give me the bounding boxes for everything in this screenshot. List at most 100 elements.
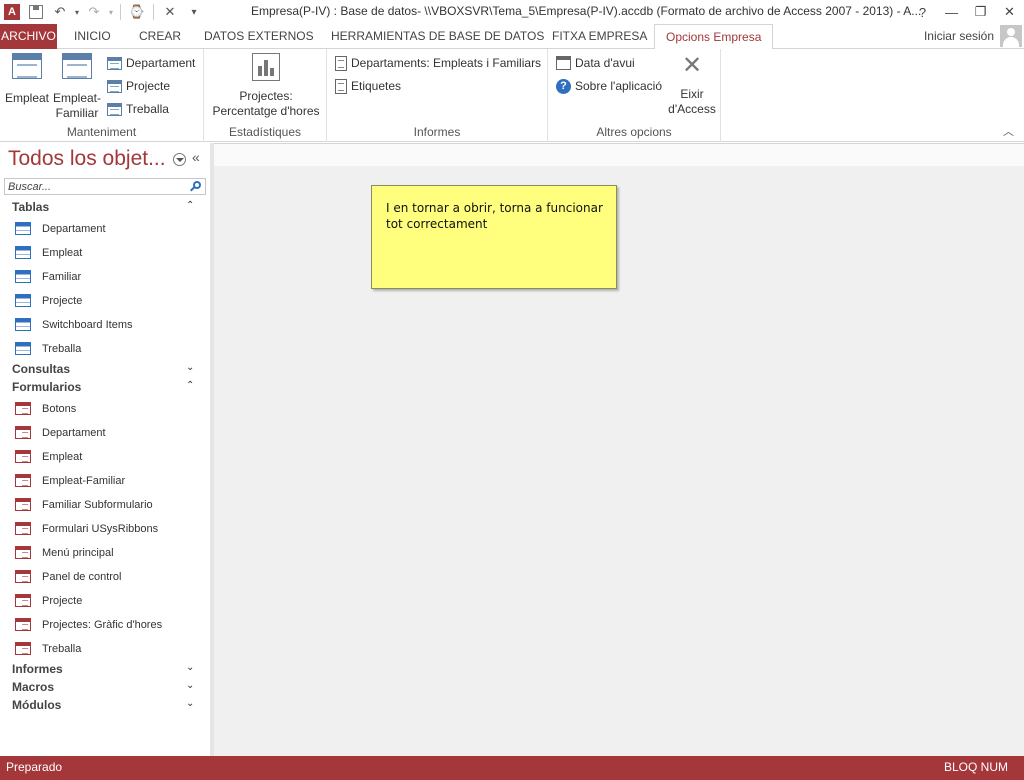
table-icon (15, 342, 31, 355)
form-icon (62, 53, 92, 79)
form-item[interactable]: Menú principal (0, 541, 210, 565)
signin-link[interactable]: Iniciar sesión (924, 24, 994, 49)
form-icon (15, 522, 31, 535)
form-icon (15, 426, 31, 439)
save-icon[interactable] (24, 1, 48, 23)
tab-archivo[interactable]: ARCHIVO (0, 24, 57, 49)
customize-icon[interactable]: ⌚ (125, 1, 149, 23)
group-label-estadistiques: Estadístiques (228, 125, 302, 139)
table-icon (15, 318, 31, 331)
departament-button[interactable]: Departament (107, 53, 195, 73)
form-item[interactable]: Familiar Subformulario (0, 493, 210, 517)
treballa-button[interactable]: Treballa (107, 99, 169, 119)
tab-fitxa-empresa[interactable]: FITXA EMPRESA (552, 24, 647, 49)
table-icon (15, 222, 31, 235)
access-app-icon[interactable]: A (0, 1, 24, 23)
form-item[interactable]: Departament (0, 421, 210, 445)
group-label-informes: Informes (413, 125, 461, 139)
chart-icon (252, 53, 280, 81)
shutter-bar-icon[interactable]: « (192, 149, 200, 165)
table-item[interactable]: Departament (0, 217, 210, 241)
form-item-label: Treballa (42, 643, 82, 655)
form-item[interactable]: Treballa (0, 637, 210, 661)
form-item[interactable]: Panel de control (0, 565, 210, 589)
search-icon[interactable] (189, 180, 203, 193)
table-item[interactable]: Familiar (0, 265, 210, 289)
redo-dropdown-icon[interactable]: ▾ (106, 1, 116, 23)
projecte-button[interactable]: Projecte (107, 76, 170, 96)
nav-menu-dropdown-icon[interactable] (173, 153, 186, 166)
data-avui-label: Data d'avui (575, 56, 635, 70)
close-button[interactable]: ✕ (995, 0, 1024, 24)
redo-icon[interactable]: ↷ (82, 1, 106, 23)
minimize-button[interactable]: — (937, 0, 966, 24)
qat-menu-icon[interactable]: ▾ (182, 1, 206, 23)
help-button[interactable]: ? (908, 0, 937, 24)
report-icon (335, 55, 347, 71)
table-item[interactable]: Switchboard Items (0, 313, 210, 337)
tab-inicio[interactable]: INICIO (74, 24, 111, 49)
exit-access-button[interactable]: ✕ Eixir d'Access (666, 53, 718, 117)
nav-search-input[interactable] (5, 179, 185, 195)
section-title: Macros (12, 680, 55, 694)
section-tablas[interactable]: Tablas ⌃ (0, 199, 210, 217)
form-item[interactable]: Projectes: Gràfic d'hores (0, 613, 210, 637)
sobre-aplicacio-button[interactable]: ? Sobre l'aplicació (556, 76, 662, 96)
group-manteniment: Empleat Empleat- Familiar Departament Pr… (0, 49, 204, 142)
form-item[interactable]: Empleat (0, 445, 210, 469)
exit-label-2: d'Access (668, 102, 716, 116)
tab-opcions-empresa[interactable]: Opcions Empresa (654, 24, 774, 50)
data-avui-button[interactable]: Data d'avui (556, 53, 635, 73)
section-modulos[interactable]: Módulos ⌄ (0, 697, 210, 715)
section-macros[interactable]: Macros ⌄ (0, 679, 210, 697)
form-item[interactable]: Empleat-Familiar (0, 469, 210, 493)
tab-datos-externos[interactable]: DATOS EXTERNOS (204, 24, 314, 49)
form-item[interactable]: Projecte (0, 589, 210, 613)
projecte-label: Projecte (126, 79, 171, 93)
departaments-report-button[interactable]: Departaments: Empleats i Familiars (335, 53, 541, 73)
treballa-label: Treballa (126, 102, 169, 116)
ribbon: Empleat Empleat- Familiar Departament Pr… (0, 49, 1024, 142)
tab-crear[interactable]: CREAR (139, 24, 181, 49)
table-item[interactable]: Projecte (0, 289, 210, 313)
section-informes[interactable]: Informes ⌄ (0, 661, 210, 679)
form-item[interactable]: Formulari USysRibbons (0, 517, 210, 541)
document-area: I en tornar a obrir, torna a funcionar t… (214, 143, 1024, 756)
expand-icon: ⌄ (186, 698, 195, 709)
tab-herramientas[interactable]: HERRAMIENTAS DE BASE DE DATOS (331, 24, 544, 49)
help-icon: ? (556, 78, 571, 94)
title-bar: A ↶ ▾ ↷ ▾ ⌚ ✕ ▾ Empresa(P-IV) : Base de … (0, 0, 1024, 24)
section-consultas[interactable]: Consultas ⌄ (0, 361, 210, 379)
group-altres-opcions: Data d'avui ? Sobre l'aplicació ✕ Eixir … (548, 49, 721, 142)
table-item-label: Familiar (42, 271, 82, 283)
close-object-icon[interactable]: ✕ (158, 1, 182, 23)
table-item-label: Empleat (42, 247, 83, 259)
form-icon (15, 450, 31, 463)
collapse-ribbon-icon[interactable]: ︿ (1003, 123, 1014, 139)
user-avatar-icon[interactable] (1000, 25, 1022, 47)
navigation-pane: Todos los objet... « Tablas ⌃ Departamen… (0, 143, 214, 756)
table-item[interactable]: Treballa (0, 337, 210, 361)
empleat-button[interactable]: Empleat (4, 53, 50, 106)
section-title: Formularios (12, 380, 82, 394)
form-icon (107, 56, 122, 70)
calendar-icon (556, 56, 571, 70)
form-item-label: Departament (42, 427, 106, 439)
form-icon (15, 618, 31, 631)
projectes-percentatge-button[interactable]: Projectes: Percentatge d'hores (210, 53, 322, 119)
undo-dropdown-icon[interactable]: ▾ (72, 1, 82, 23)
section-formularios[interactable]: Formularios ⌃ (0, 379, 210, 397)
form-item-label: Botons (42, 403, 77, 415)
restore-button[interactable]: ❐ (966, 0, 995, 24)
group-informes: Departaments: Empleats i Familiars Etiqu… (327, 49, 548, 142)
undo-icon[interactable]: ↶ (48, 1, 72, 23)
table-item-label: Switchboard Items (42, 319, 133, 331)
form-icon (15, 402, 31, 415)
empleat-familiar-button[interactable]: Empleat- Familiar (52, 53, 102, 121)
table-item-label: Treballa (42, 343, 82, 355)
form-item-label: Formulari USysRibbons (42, 523, 159, 535)
table-item[interactable]: Empleat (0, 241, 210, 265)
form-item[interactable]: Botons (0, 397, 210, 421)
nav-pane-title[interactable]: Todos los objet... (8, 147, 166, 171)
etiquetes-button[interactable]: Etiquetes (335, 76, 401, 96)
